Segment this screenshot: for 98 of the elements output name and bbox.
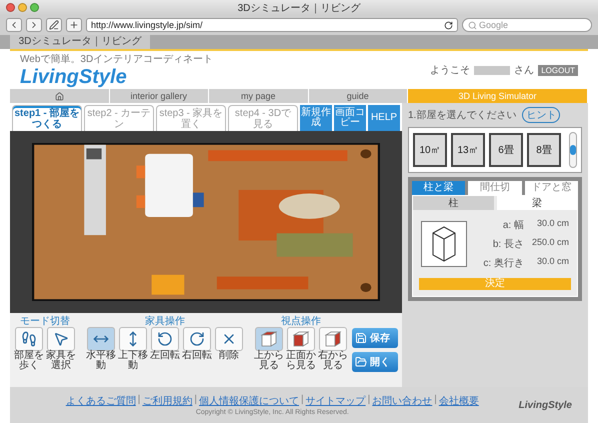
room-tile[interactable]: 10㎡ — [413, 133, 447, 167]
tool-button[interactable]: 新規作成 — [300, 105, 332, 131]
logout-button[interactable]: LOGOUT — [538, 64, 578, 76]
tool-button[interactable] — [87, 327, 115, 351]
dimension-label: a: 幅 — [502, 219, 524, 232]
save-button[interactable]: 保存 — [352, 328, 398, 348]
hint-button[interactable]: ヒント — [522, 107, 560, 123]
folder-icon — [355, 356, 367, 368]
link-separator: | — [138, 394, 140, 407]
footer-link[interactable]: お問い合わせ — [372, 394, 432, 408]
parts-tab[interactable]: 間仕切 — [468, 181, 522, 195]
pen-icon — [49, 20, 59, 30]
open-button[interactable]: 開く — [352, 352, 398, 372]
step-tab[interactable]: step2 - カーテン — [84, 105, 154, 131]
scrollbar[interactable] — [569, 132, 577, 168]
tool-button[interactable] — [151, 327, 179, 351]
tool-button[interactable] — [15, 327, 43, 351]
tool-button[interactable] — [319, 327, 347, 351]
room-tile[interactable]: 8畳 — [527, 133, 561, 167]
sub-tab[interactable]: 梁 — [496, 196, 577, 210]
sub-tab[interactable]: 柱 — [413, 196, 494, 210]
honorific-text: さん — [514, 64, 534, 77]
parts-tab[interactable]: ドアと窓 — [524, 181, 578, 195]
save-icon — [355, 332, 367, 344]
room-tile[interactable]: 13㎡ — [451, 133, 485, 167]
nav-tab[interactable]: interior gallery — [110, 89, 209, 103]
group-title: 視点操作 — [281, 316, 321, 327]
tool-label: 正面から見る — [286, 351, 316, 371]
address-field[interactable]: http://www.livingstyle.jp/sim/ — [86, 18, 458, 32]
footer-link[interactable]: 会社概要 — [438, 394, 479, 408]
pointer-icon — [53, 331, 69, 347]
tool-label: 右回転 — [182, 351, 212, 361]
tool-button[interactable] — [215, 327, 243, 351]
rotate-right-icon — [189, 331, 205, 347]
tool-button[interactable]: 画面コピー — [334, 105, 366, 131]
tool-label: 家具を選択 — [46, 351, 76, 371]
dimension-value: 30.0 cm — [536, 218, 569, 230]
footer-link[interactable]: サイトマップ — [306, 394, 366, 408]
tool-button[interactable] — [183, 327, 211, 351]
tool-label: 右から見る — [318, 351, 348, 371]
window-title: 3Dシミュレータ｜リビング — [236, 2, 362, 14]
welcome-text: ようこそ — [430, 64, 470, 77]
edit-button[interactable] — [46, 18, 62, 32]
tool-label: 部屋を歩く — [14, 351, 44, 371]
tool-button[interactable] — [119, 327, 147, 351]
nav-tab[interactable]: 3D Living Simulator — [408, 89, 588, 103]
search-icon — [468, 20, 477, 30]
tool-label: 上下移動 — [118, 351, 148, 371]
tool-button[interactable]: HELP — [368, 105, 400, 131]
tool-button[interactable] — [47, 327, 75, 351]
forward-button[interactable] — [26, 18, 42, 32]
logo[interactable]: LivingStyle — [20, 66, 214, 88]
rotate-left-icon — [157, 331, 173, 347]
browser-tab[interactable]: 3Dシミュレータ｜リビング — [10, 35, 150, 49]
dimension-value: 250.0 cm — [532, 237, 569, 249]
link-separator: | — [368, 394, 370, 407]
nav-tab[interactable]: guide — [308, 89, 408, 103]
footer-logo[interactable]: LivingStyle — [518, 400, 572, 410]
dimension-value: 30.0 cm — [536, 256, 569, 268]
confirm-button[interactable]: 決定 — [419, 278, 571, 290]
tool-label: 水平移動 — [86, 351, 116, 371]
user-name-bar — [474, 66, 510, 74]
add-bookmark-button[interactable] — [66, 18, 82, 32]
search-field[interactable]: Google — [462, 18, 592, 32]
step-tab[interactable]: step1 - 部屋をつくる — [12, 105, 82, 131]
tool-label: 上から見る — [254, 351, 284, 371]
home-icon — [54, 92, 64, 100]
dimension-label: b: 長さ — [492, 238, 524, 251]
box-icon — [431, 225, 457, 263]
cube-front-icon — [292, 330, 310, 348]
plus-icon — [69, 20, 79, 30]
footer-link[interactable]: ご利用規約 — [142, 394, 192, 408]
tool-button[interactable] — [287, 327, 315, 351]
reload-icon[interactable] — [444, 20, 453, 30]
back-button[interactable] — [6, 18, 22, 32]
footer-link[interactable]: よくあるご質問 — [66, 394, 136, 408]
nav-tab[interactable]: my page — [209, 89, 308, 103]
group-title: モード切替 — [20, 316, 70, 327]
link-separator: | — [434, 394, 437, 407]
link-separator: | — [194, 394, 198, 407]
room-tile[interactable]: 6畳 — [489, 133, 523, 167]
footer-link[interactable]: 個人情報保護について — [199, 394, 300, 408]
room-picker-title: 1.部屋を選んでください — [408, 108, 516, 122]
cube-right-icon — [324, 330, 342, 348]
zoom-button[interactable] — [30, 3, 39, 12]
dimension-label: c: 奥行き — [483, 257, 524, 270]
group-title: 家具操作 — [145, 316, 185, 327]
link-separator: | — [301, 394, 304, 407]
step-tab[interactable]: step3 - 家具を置く — [156, 105, 226, 131]
tool-label: 左回転 — [150, 351, 180, 361]
tool-button[interactable] — [255, 327, 283, 351]
footprints-icon — [21, 331, 37, 347]
step-tab[interactable]: step4 - 3Dで見る — [228, 105, 298, 131]
tool-label: 削除 — [218, 351, 240, 361]
close-button[interactable] — [6, 3, 15, 12]
tagline: Webで簡単。3Dインテリアコーディネート — [20, 52, 214, 66]
parts-tab[interactable]: 柱と梁 — [412, 181, 466, 195]
cube-top-icon — [260, 330, 278, 348]
